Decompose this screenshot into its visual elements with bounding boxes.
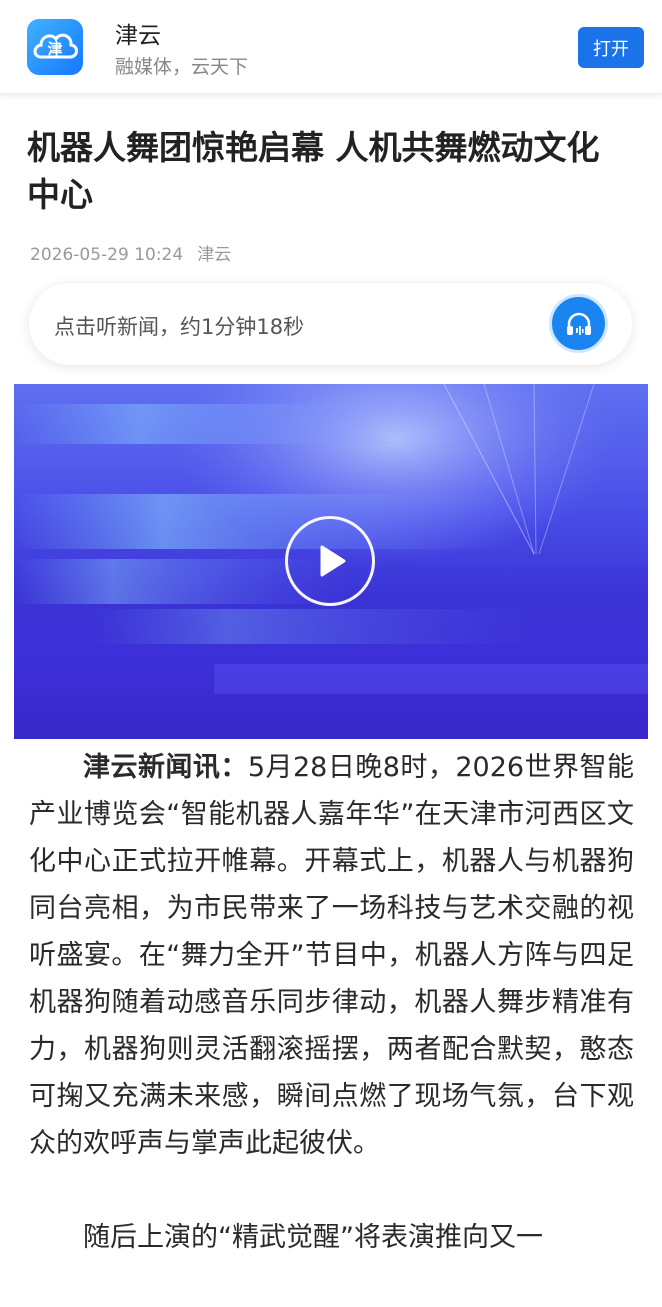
headphones-icon[interactable]: [549, 294, 608, 353]
app-slogan: 融媒体，云天下: [115, 56, 249, 78]
publish-date: 2026-05-29 10:24: [30, 245, 184, 265]
listen-news-bar[interactable]: 点击听新闻，约1分钟18秒: [29, 283, 632, 365]
play-button[interactable]: [285, 516, 375, 606]
article-title: 机器人舞团惊艳启幕 人机共舞燃动文化中心: [27, 128, 600, 214]
article-meta: 2026-05-29 10:24 津云: [30, 240, 231, 265]
paragraph-text: 5月28日晚8时，2026世界智能产业博览会“智能机器人嘉年华”在天津市河西区文…: [29, 752, 634, 1159]
article-source: 津云: [197, 245, 232, 265]
play-icon: [320, 545, 346, 577]
open-app-button[interactable]: 打开: [578, 27, 644, 68]
article-paragraph: 随后上演的“精武觉醒”将表演推向又一: [29, 1214, 634, 1261]
paragraph-lead: 津云新闻讯：: [83, 752, 248, 783]
article-body: 津云新闻讯：5月28日晚8时，2026世界智能产业博览会“智能机器人嘉年华”在天…: [29, 744, 634, 1261]
listen-label: 点击听新闻，约1分钟18秒: [54, 315, 305, 339]
article-paragraph: 津云新闻讯：5月28日晚8时，2026世界智能产业博览会“智能机器人嘉年华”在天…: [29, 744, 634, 1167]
app-name: 津云: [115, 23, 161, 49]
app-download-banner: 津 津云 融媒体，云天下 打开: [0, 0, 662, 94]
video-player[interactable]: [14, 384, 648, 739]
logo-char: 津: [47, 40, 62, 58]
paragraph-text: 随后上演的“精武觉醒”将表演推向又一: [83, 1222, 543, 1253]
app-logo-icon[interactable]: 津: [27, 19, 83, 75]
